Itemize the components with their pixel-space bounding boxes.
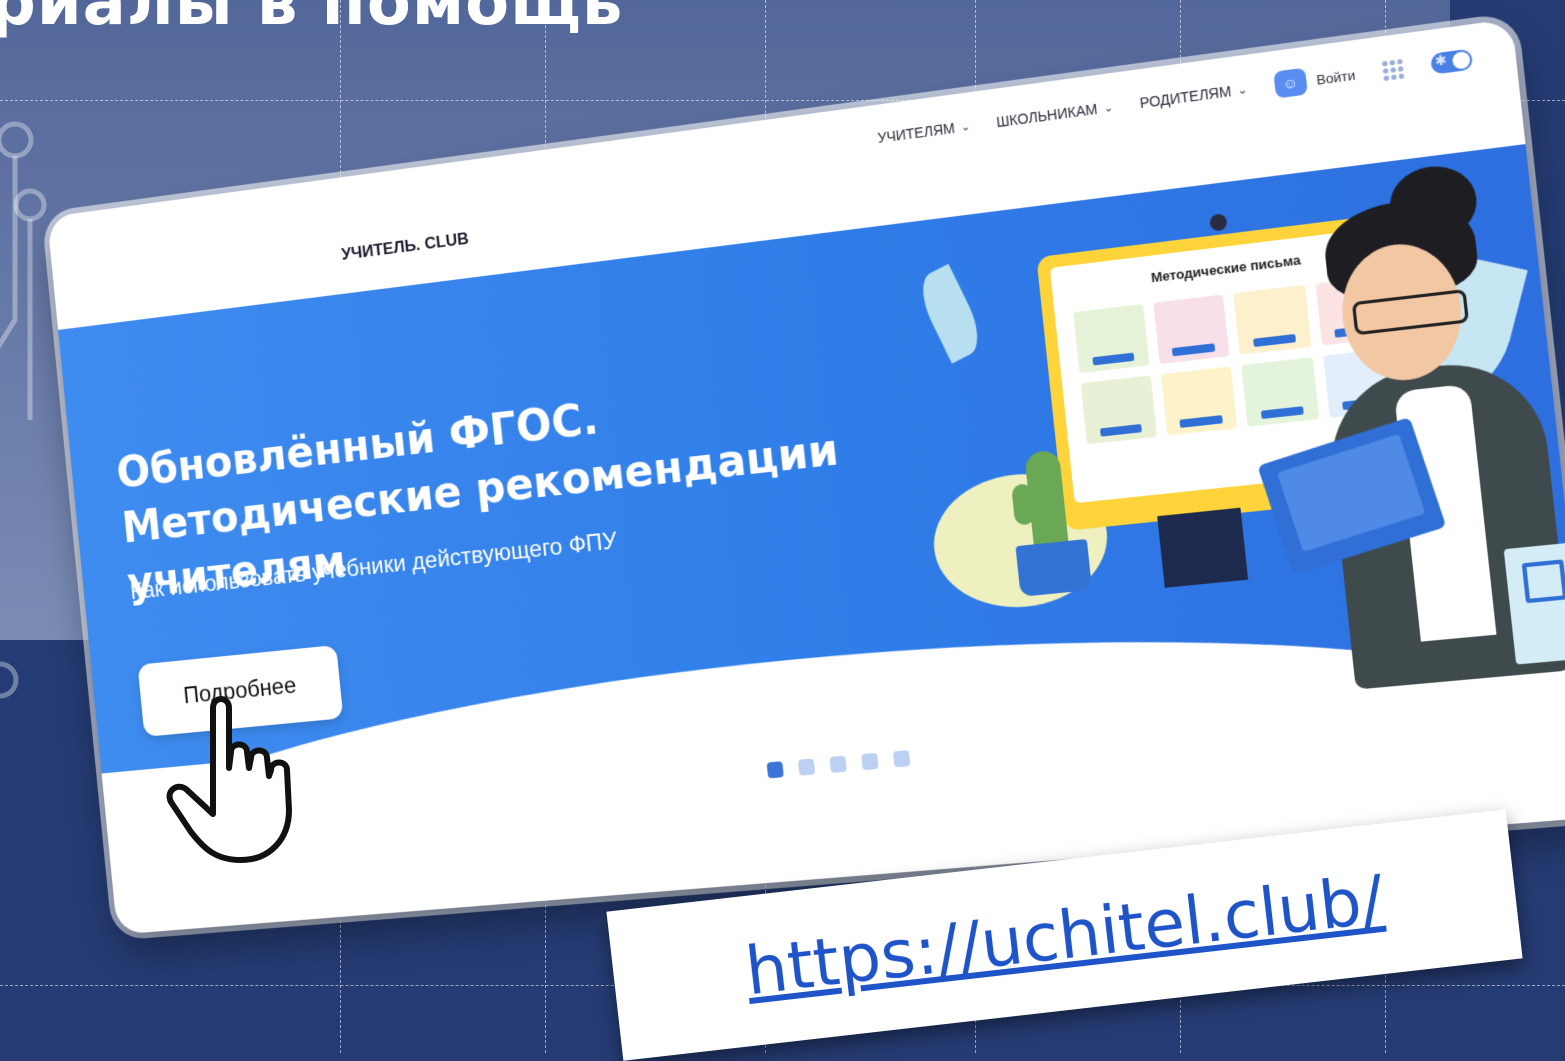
screen-tile	[1160, 366, 1238, 436]
monitor-stand	[1157, 507, 1249, 588]
slide-title: риалы в помощь	[0, 0, 624, 40]
carousel-dot[interactable]	[797, 758, 816, 776]
circuit-decoration-icon	[0, 121, 47, 699]
teacher-illustration: Методические письма	[901, 155, 1565, 716]
carousel-dot[interactable]	[861, 752, 879, 771]
carousel-dot[interactable]	[829, 755, 847, 774]
apps-grid-icon[interactable]	[1381, 58, 1405, 81]
carousel-dot[interactable]	[766, 761, 784, 779]
nav-item-label: РОДИТЕЛЯМ	[1138, 82, 1233, 112]
webcam-icon	[1209, 213, 1228, 232]
nav-item-parents[interactable]: РОДИТЕЛЯМ ⌄	[1139, 81, 1248, 112]
carousel-dot[interactable]	[892, 750, 911, 768]
nav-item-label: ШКОЛЬНИКАМ	[995, 100, 1099, 131]
nav-item-teachers[interactable]: УЧИТЕЛЯМ ⌄	[877, 118, 971, 146]
screen-tile	[1241, 357, 1319, 427]
screen-tile	[1233, 284, 1311, 355]
gear-icon: ✱	[1434, 52, 1448, 71]
box-icon	[1521, 559, 1565, 604]
nav-item-students[interactable]: ШКОЛЬНИКАМ ⌄	[995, 99, 1113, 131]
chevron-down-icon: ⌄	[1102, 101, 1114, 115]
screen-tile	[1080, 375, 1157, 445]
user-icon: ☺	[1272, 67, 1308, 99]
nav-item-label: УЧИТЕЛЯМ	[876, 119, 956, 147]
site-logo[interactable]: УЧИТЕЛЬ. CLUB	[341, 229, 470, 265]
chevron-down-icon: ⌄	[1236, 83, 1248, 97]
screen-tile	[1152, 294, 1230, 365]
chevron-down-icon: ⌄	[960, 120, 971, 134]
login-button[interactable]: ☺ Войти	[1272, 61, 1357, 99]
plant-leaf	[912, 263, 989, 364]
screen-tile	[1073, 304, 1149, 374]
plant-pot	[1015, 538, 1093, 597]
pointing-hand-icon	[166, 696, 292, 863]
accessibility-toggle[interactable]: ✱	[1430, 48, 1474, 75]
login-label: Войти	[1315, 66, 1357, 88]
